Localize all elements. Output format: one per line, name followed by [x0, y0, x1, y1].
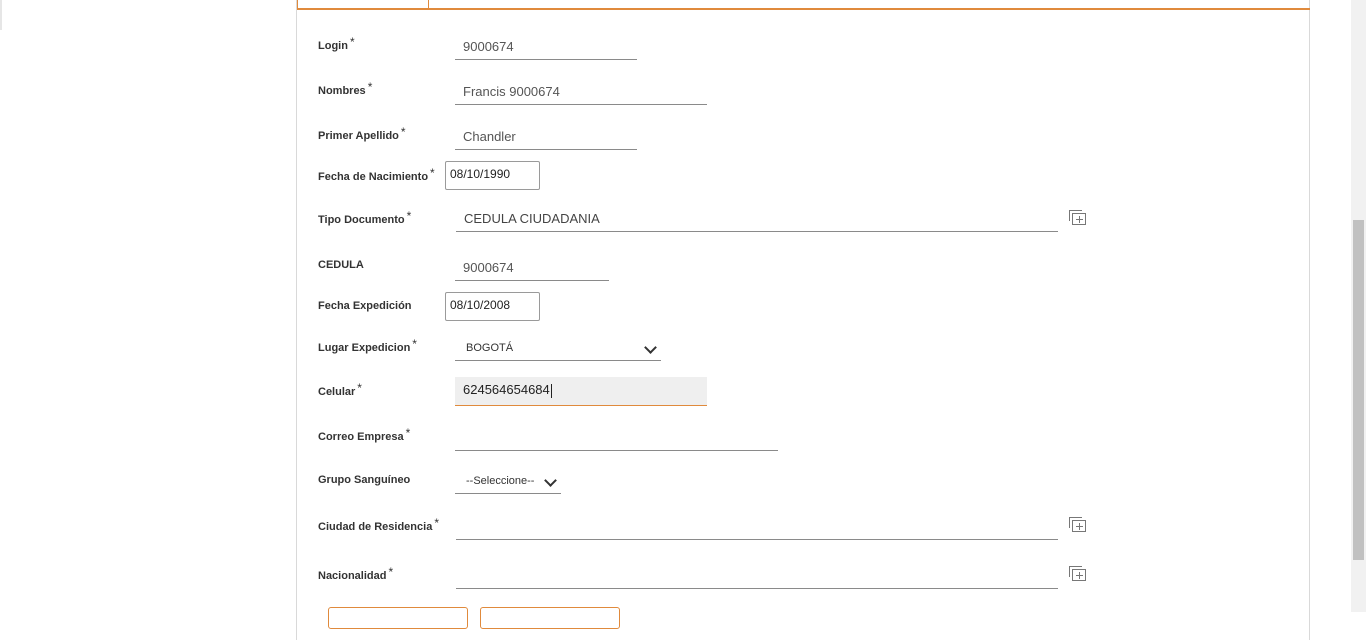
tipo-documento-label: Tipo Documento *: [318, 209, 412, 226]
scrollbar-thumb[interactable]: [1353, 220, 1364, 560]
fecha-expedicion-input[interactable]: 08/10/2008: [445, 292, 540, 321]
celular-label: Celular *: [318, 381, 362, 398]
cedula-label: CEDULA: [318, 259, 364, 271]
required-marker: *: [430, 166, 435, 180]
required-marker: *: [412, 337, 417, 351]
grupo-sanguineo-label-text: Grupo Sanguíneo: [318, 474, 411, 486]
form-panel: Login * 9000674 Nombres * Francis 9000674 …: [296, 0, 1310, 640]
correo-empresa-label-text: Correo Empresa: [318, 431, 404, 443]
lugar-expedicion-label-text: Lugar Expedicion: [318, 342, 411, 354]
lookup-icon[interactable]: [1069, 210, 1086, 225]
nacionalidad-label: Nacionalidad *: [318, 565, 394, 582]
lookup-icon[interactable]: [1069, 566, 1086, 581]
fecha-expedicion-label: Fecha Expedición: [318, 300, 412, 312]
ciudad-residencia-label-text: Ciudad de Residencia: [318, 521, 433, 533]
required-marker: *: [434, 516, 439, 530]
action-button-1[interactable]: [328, 607, 468, 629]
required-marker: *: [400, 125, 406, 139]
tipo-documento-input[interactable]: CEDULA CIUDADANIA: [456, 208, 1058, 232]
action-button-2[interactable]: [480, 607, 620, 629]
celular-value: 624564654684: [463, 382, 550, 397]
primer-apellido-label: Primer Apellido *: [318, 125, 406, 142]
required-marker: *: [349, 35, 355, 49]
tipo-documento-label-text: Tipo Documento: [318, 214, 405, 226]
celular-label-text: Celular: [318, 386, 356, 398]
primer-apellido-input[interactable]: Chandler: [455, 126, 637, 150]
cedula-label-text: CEDULA: [318, 259, 364, 271]
ciudad-residencia-input[interactable]: [456, 516, 1058, 540]
nacionalidad-input[interactable]: [456, 565, 1058, 589]
grupo-sanguineo-select[interactable]: --Seleccione--: [455, 470, 561, 494]
required-marker: *: [406, 209, 412, 223]
correo-empresa-label: Correo Empresa *: [318, 426, 411, 443]
nacionalidad-label-text: Nacionalidad: [318, 570, 387, 582]
required-marker: *: [405, 426, 411, 440]
login-label-text: Login: [318, 40, 348, 52]
required-marker: *: [357, 381, 362, 395]
vertical-scrollbar[interactable]: [1351, 0, 1366, 612]
lugar-expedicion-selected: BOGOTÁ: [466, 342, 514, 354]
grupo-sanguineo-selected: --Seleccione--: [466, 475, 535, 487]
primer-apellido-label-text: Primer Apellido: [318, 130, 399, 142]
left-edge-marker: [0, 0, 2, 30]
lugar-expedicion-label: Lugar Expedicion *: [318, 337, 417, 354]
fecha-nacimiento-label: Fecha de Nacimiento *: [318, 166, 435, 183]
grupo-sanguineo-label: Grupo Sanguíneo: [318, 474, 410, 486]
nombres-input[interactable]: Francis 9000674: [455, 81, 707, 105]
ciudad-residencia-label: Ciudad de Residencia *: [318, 516, 439, 533]
chevron-down-icon: [644, 341, 657, 354]
fecha-nacimiento-label-text: Fecha de Nacimiento: [318, 171, 429, 183]
nombres-label-text: Nombres: [318, 85, 366, 97]
text-cursor: [550, 383, 552, 398]
nombres-label: Nombres *: [318, 80, 373, 97]
lugar-expedicion-select[interactable]: BOGOTÁ: [455, 337, 661, 361]
required-marker: *: [367, 80, 373, 94]
chevron-down-icon: [544, 474, 557, 487]
fecha-nacimiento-input[interactable]: 08/10/1990: [445, 161, 540, 190]
login-label: Login *: [318, 35, 355, 52]
lookup-icon[interactable]: [1069, 517, 1086, 532]
correo-empresa-input[interactable]: [455, 427, 778, 451]
celular-input[interactable]: 624564654684: [455, 377, 707, 406]
tab-strip: [297, 0, 1310, 10]
tab-active[interactable]: [297, 0, 429, 8]
required-marker: *: [388, 565, 394, 579]
fecha-expedicion-label-text: Fecha Expedición: [318, 300, 412, 312]
login-input[interactable]: 9000674: [455, 36, 637, 60]
cedula-input[interactable]: 9000674: [455, 257, 609, 281]
